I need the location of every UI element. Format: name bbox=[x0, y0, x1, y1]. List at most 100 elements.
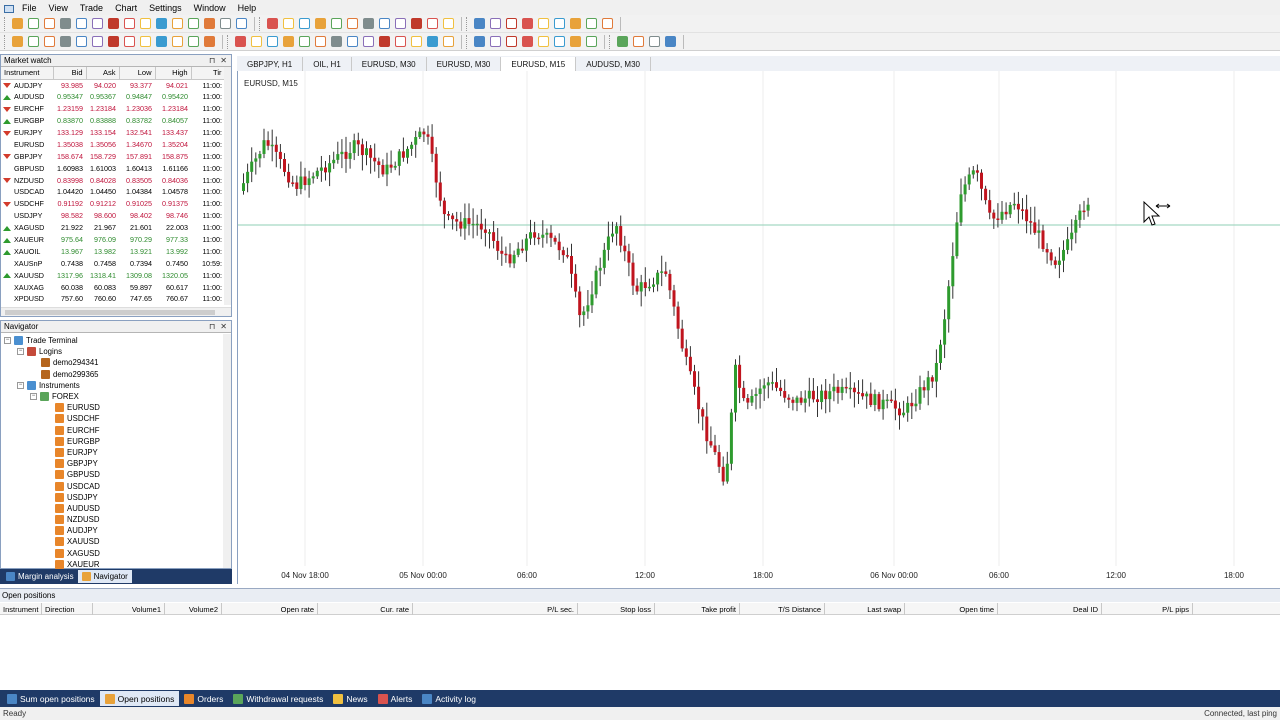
tree-instrument-item[interactable]: GBPJPY bbox=[1, 458, 231, 469]
main-tool-icon[interactable] bbox=[58, 17, 72, 31]
chart-grip[interactable] bbox=[227, 34, 230, 49]
chart-tool-icon[interactable] bbox=[202, 35, 216, 49]
chart-tool-icon[interactable] bbox=[361, 35, 375, 49]
main-tool-icon[interactable] bbox=[234, 17, 248, 31]
main-tool-icon[interactable] bbox=[584, 17, 598, 31]
tree-instrument-item[interactable]: AUDUSD bbox=[1, 503, 231, 514]
tab-orders[interactable]: Orders bbox=[179, 691, 228, 706]
chart-grip[interactable] bbox=[4, 34, 7, 49]
table-row[interactable]: GBPUSD 1.60983 1.61003 1.60413 1.61166 11:00: bbox=[1, 162, 225, 174]
chart-tool-icon[interactable] bbox=[663, 35, 677, 49]
chart-tab[interactable]: OIL, H1 bbox=[303, 57, 352, 71]
main-tool-icon[interactable] bbox=[90, 17, 104, 31]
chart-tool-icon[interactable] bbox=[265, 35, 279, 49]
table-row[interactable]: EURJPY 133.129 133.154 132.541 133.437 11:00: bbox=[1, 127, 225, 139]
table-row[interactable]: XAUEUR 975.64 976.09 970.29 977.33 11:00: bbox=[1, 234, 225, 246]
chart-tab[interactable]: EURUSD, M30 bbox=[426, 57, 502, 71]
tree-instruments[interactable]: − Instruments bbox=[1, 380, 231, 391]
chart-tool-icon[interactable] bbox=[122, 35, 136, 49]
table-row[interactable]: AUDJPY 93.985 94.020 93.377 94.021 11:00: bbox=[1, 79, 225, 91]
chart-tool-icon[interactable] bbox=[631, 35, 645, 49]
tree-instrument-item[interactable]: XAUUSD bbox=[1, 536, 231, 547]
column-header-take-profit[interactable]: Take profit bbox=[655, 603, 740, 615]
market-watch-hscroll[interactable] bbox=[1, 307, 231, 316]
table-row[interactable]: USDCHF 0.91192 0.91212 0.91025 0.91375 11:00: bbox=[1, 198, 225, 210]
chart-tool-icon[interactable] bbox=[313, 35, 327, 49]
chart-tool-icon[interactable] bbox=[233, 35, 247, 49]
column-header-deal-id[interactable]: Deal ID bbox=[998, 603, 1102, 615]
chart-tool-icon[interactable] bbox=[615, 35, 629, 49]
column-header-volume1[interactable]: Volume1 bbox=[93, 603, 165, 615]
chart-tool-icon[interactable] bbox=[26, 35, 40, 49]
expand-toggle-icon[interactable]: − bbox=[30, 393, 37, 401]
expand-toggle-icon[interactable]: − bbox=[4, 337, 11, 345]
tree-instrument-item[interactable]: XAGUSD bbox=[1, 548, 231, 559]
pin-icon[interactable]: ⊓ bbox=[209, 322, 215, 331]
main-tool-icon[interactable] bbox=[122, 17, 136, 31]
price-chart[interactable]: EURUSD, M15 04 Nov 18:00 05 Nov 00:00 06:0… bbox=[237, 71, 1280, 584]
main-grip[interactable] bbox=[4, 16, 7, 31]
main-tool-icon[interactable] bbox=[10, 17, 24, 31]
column-header-high[interactable]: High bbox=[155, 67, 192, 80]
table-row[interactable]: USDJPY 98.582 98.600 98.402 98.746 11:00: bbox=[1, 210, 225, 222]
tab-navigator[interactable]: Navigator bbox=[77, 570, 132, 583]
main-tool-icon[interactable] bbox=[186, 17, 200, 31]
chart-tool-icon[interactable] bbox=[74, 35, 88, 49]
chart-tool-icon[interactable] bbox=[425, 35, 439, 49]
tree-login-item[interactable]: demo299365 bbox=[1, 369, 231, 380]
main-tool-icon[interactable] bbox=[552, 17, 566, 31]
main-tool-icon[interactable] bbox=[361, 17, 375, 31]
navigator-vscroll[interactable] bbox=[223, 334, 231, 568]
chart-tool-icon[interactable] bbox=[552, 35, 566, 49]
menu-view[interactable]: View bbox=[49, 3, 68, 13]
main-tool-icon[interactable] bbox=[441, 17, 455, 31]
chart-tab[interactable]: EURUSD, M30 bbox=[351, 57, 427, 71]
table-row[interactable]: USDCAD 1.04420 1.04450 1.04384 1.04578 11:00: bbox=[1, 186, 225, 198]
main-tool-icon[interactable] bbox=[170, 17, 184, 31]
table-row[interactable]: GBPJPY 158.674 158.729 157.891 158.875 11:00: bbox=[1, 150, 225, 162]
column-header-open-time[interactable]: Open time bbox=[905, 603, 998, 615]
table-row[interactable]: XAUUSD 1317.96 1318.41 1309.08 1320.05 11:00: bbox=[1, 269, 225, 281]
chart-tool-icon[interactable] bbox=[10, 35, 24, 49]
main-tool-icon[interactable] bbox=[218, 17, 232, 31]
main-grip[interactable] bbox=[466, 16, 469, 31]
chart-tool-icon[interactable] bbox=[568, 35, 582, 49]
tree-forex[interactable]: − FOREX bbox=[1, 391, 231, 402]
chart-tool-icon[interactable] bbox=[154, 35, 168, 49]
main-tool-icon[interactable] bbox=[488, 17, 502, 31]
menu-chart[interactable]: Chart bbox=[115, 3, 137, 13]
main-tool-icon[interactable] bbox=[536, 17, 550, 31]
main-grip[interactable] bbox=[259, 16, 262, 31]
chart-tool-icon[interactable] bbox=[249, 35, 263, 49]
chart-grip[interactable] bbox=[609, 34, 612, 49]
chart-tool-icon[interactable] bbox=[186, 35, 200, 49]
tree-trade-terminal[interactable]: − Trade Terminal bbox=[1, 335, 231, 346]
main-tool-icon[interactable] bbox=[425, 17, 439, 31]
tab-sum-open-positions[interactable]: Sum open positions bbox=[2, 691, 100, 706]
main-tool-icon[interactable] bbox=[297, 17, 311, 31]
main-tool-icon[interactable] bbox=[281, 17, 295, 31]
menu-file[interactable]: File bbox=[22, 3, 37, 13]
column-header-last-swap[interactable]: Last swap bbox=[825, 603, 905, 615]
tab-activity-log[interactable]: Activity log bbox=[417, 691, 481, 706]
main-tool-icon[interactable] bbox=[600, 17, 614, 31]
table-row[interactable]: AUDUSD 0.95347 0.95367 0.94847 0.95420 11:00: bbox=[1, 91, 225, 103]
tree-instrument-item[interactable]: AUDJPY bbox=[1, 525, 231, 536]
chart-tool-icon[interactable] bbox=[329, 35, 343, 49]
column-header-stop-loss[interactable]: Stop loss bbox=[578, 603, 655, 615]
column-header-direction[interactable]: Direction bbox=[42, 603, 93, 615]
expand-toggle-icon[interactable]: − bbox=[17, 381, 24, 389]
table-row[interactable]: XAUOIL 13.967 13.982 13.921 13.992 11:00: bbox=[1, 245, 225, 257]
table-row[interactable]: XAGUSD 21.922 21.967 21.601 22.003 11:00: bbox=[1, 222, 225, 234]
tree-instrument-item[interactable]: USDCHF bbox=[1, 413, 231, 424]
chart-tool-icon[interactable] bbox=[536, 35, 550, 49]
expand-toggle-icon[interactable]: − bbox=[17, 348, 24, 356]
chart-tool-icon[interactable] bbox=[90, 35, 104, 49]
main-tool-icon[interactable] bbox=[74, 17, 88, 31]
column-header-cur-rate[interactable]: Cur. rate bbox=[318, 603, 413, 615]
main-tool-icon[interactable] bbox=[138, 17, 152, 31]
table-row[interactable]: EURGBP 0.83870 0.83888 0.83782 0.84057 11:00: bbox=[1, 115, 225, 127]
tree-instrument-item[interactable]: EURJPY bbox=[1, 447, 231, 458]
chart-tool-icon[interactable] bbox=[377, 35, 391, 49]
column-header-p-l-sec-[interactable]: P/L sec. bbox=[413, 603, 578, 615]
